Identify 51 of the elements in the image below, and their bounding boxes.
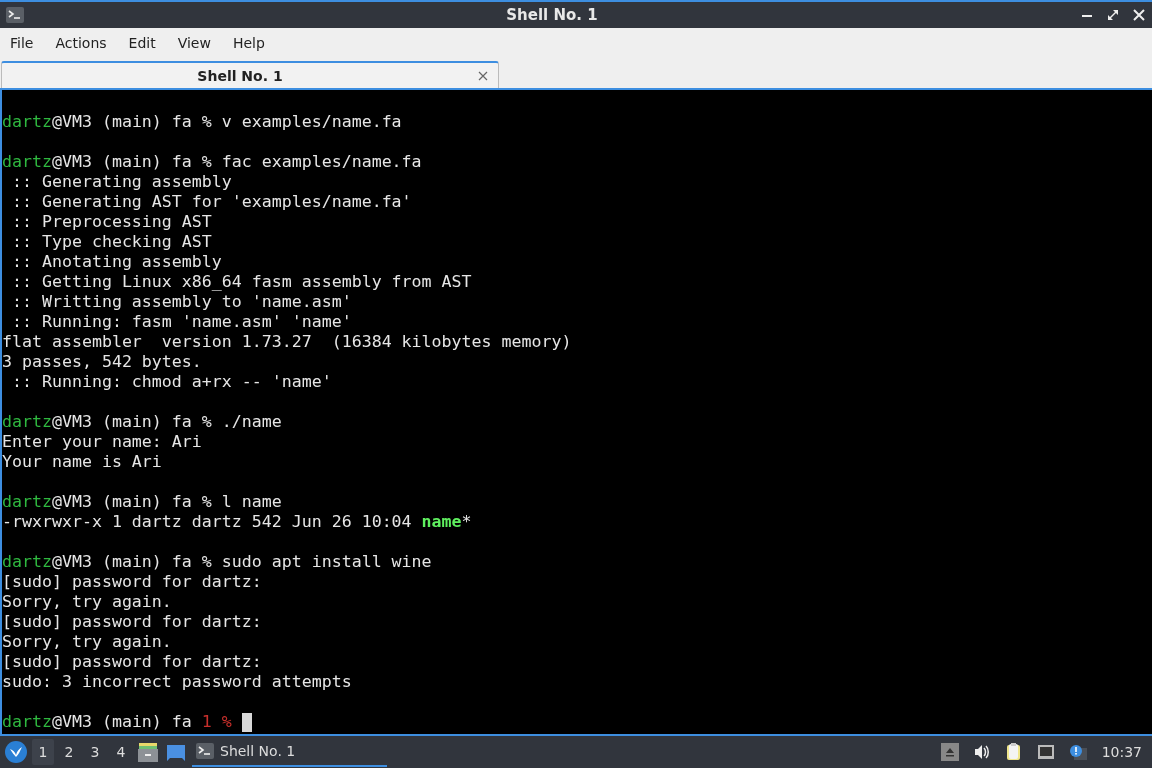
terminal-line: dartz@VM3 (main) fa % sudo apt install wine: [2, 552, 432, 572]
menu-item[interactable]: View: [171, 35, 223, 51]
file-cabinet-icon[interactable]: [136, 740, 160, 764]
terminal-line: [sudo] password for dartz:: [2, 572, 262, 592]
workspace-button[interactable]: 1: [32, 739, 54, 765]
terminal-line: :: Type checking AST: [11, 232, 212, 252]
tab[interactable]: Shell No. 1: [1, 61, 499, 88]
terminal-line: dartz@VM3 (main) fa % ./name: [2, 412, 282, 432]
volume-icon[interactable]: [972, 743, 991, 761]
menu-item[interactable]: File: [4, 35, 46, 51]
terminal-line: :: Anotating assembly: [11, 252, 222, 272]
terminal-icon: [6, 7, 24, 23]
terminal-line: flat assembler version 1.73.27 (16384 kilobytes memory): [2, 332, 572, 352]
terminal-line: sudo: 3 incorrect password attempts: [2, 672, 352, 692]
terminal-line: :: Generating AST for 'examples/name.fa': [11, 192, 412, 212]
terminal-line: Your name is Ari: [2, 452, 162, 472]
network-icon[interactable]: [1036, 743, 1055, 761]
workspace-button[interactable]: 4: [110, 739, 132, 765]
workspace-button[interactable]: 3: [84, 739, 106, 765]
terminal-line: Enter your name: Ari: [2, 432, 202, 452]
notification-icon[interactable]: [1068, 743, 1087, 761]
terminal-line: Sorry, try again.: [2, 592, 172, 612]
terminal-line: :: Generating assembly: [11, 172, 232, 192]
tab-label: Shell No. 1: [196, 67, 284, 84]
menu-item[interactable]: Help: [226, 35, 277, 51]
terminal-line: [sudo] password for dartz:: [2, 612, 262, 632]
terminal-line: :: Running: chmod a+rx -- 'name': [11, 372, 332, 392]
terminal-line: :: Preprocessing AST: [11, 212, 212, 232]
close-button[interactable]: [1132, 8, 1146, 22]
terminal-icon: [196, 743, 214, 759]
terminal-line: dartz@VM3 (main) fa % v examples/name.fa: [2, 112, 402, 132]
menu-item[interactable]: Actions: [49, 35, 119, 51]
clipboard-icon[interactable]: [1004, 743, 1023, 761]
eject-icon[interactable]: [940, 743, 959, 761]
terminal-line: :: Writting assembly to 'name.asm': [11, 292, 352, 312]
menu-item[interactable]: Edit: [122, 35, 168, 51]
clock: 10:37: [1101, 744, 1142, 760]
terminal-line: dartz@VM3 (main) fa % l name: [2, 492, 282, 512]
terminal-line: dartz@VM3 (main) fa 1 %: [2, 712, 232, 732]
close-icon[interactable]: [478, 70, 488, 81]
window-title: Shell No. 1: [505, 6, 599, 24]
workspace-button[interactable]: 2: [58, 739, 80, 765]
terminal-line: :: Getting Linux x86_64 fasm assembly from AST: [11, 272, 472, 292]
terminal-line: 3 passes, 542 bytes.: [2, 352, 202, 372]
maximize-button[interactable]: [1106, 8, 1120, 22]
taskbar-task[interactable]: Shell No. 1: [192, 737, 387, 767]
terminal-line: dartz@VM3 (main) fa % fac examples/name.fa: [2, 152, 422, 172]
terminal-line: -rwxrwxr-x 1 dartz dartz 542 Jun 26 10:04 name*: [2, 512, 472, 532]
terminal-line: Sorry, try again.: [2, 632, 172, 652]
terminal-line: [sudo] password for dartz:: [2, 652, 262, 672]
terminal-line: :: Running: fasm 'name.asm' 'name': [11, 312, 352, 332]
